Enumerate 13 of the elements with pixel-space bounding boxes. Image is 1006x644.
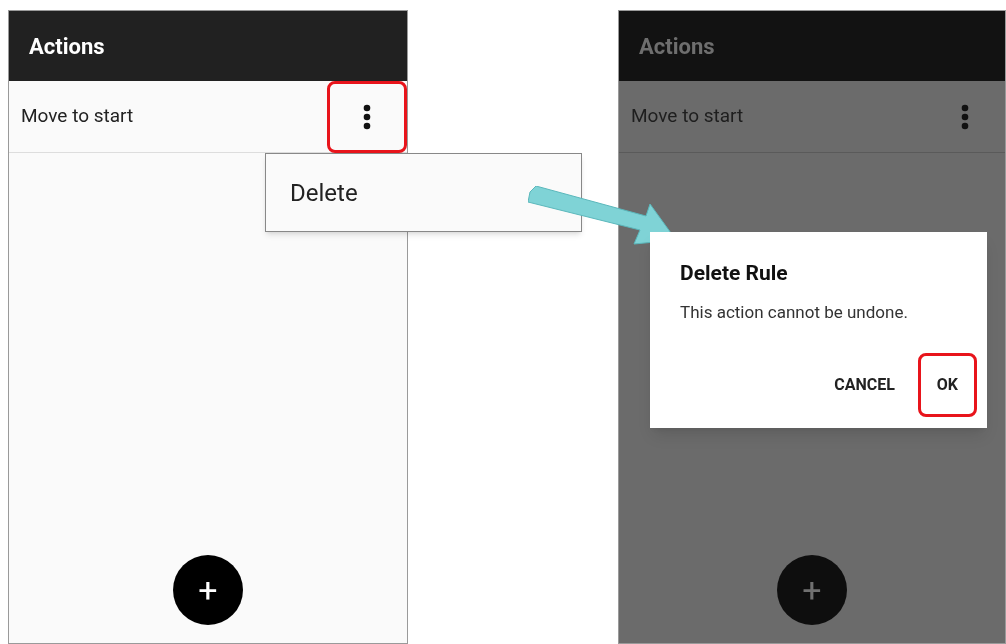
screen-title: Actions [29,32,105,61]
menu-item[interactable]: Delete [290,174,358,211]
more-options-icon [961,103,969,130]
more-options-icon [363,103,371,130]
dialog-message: This action cannot be undone. [680,300,909,324]
dialog-title: Delete Rule [680,260,789,287]
dialog-button[interactable]: OK [917,353,977,417]
screen-title: Actions [639,32,715,61]
row-label: Move to start [21,103,134,130]
dialog-button[interactable]: CANCEL [815,353,914,417]
row-label: Move to start [631,103,744,130]
add-button[interactable]: + [777,555,847,625]
add-button[interactable]: + [173,555,243,625]
